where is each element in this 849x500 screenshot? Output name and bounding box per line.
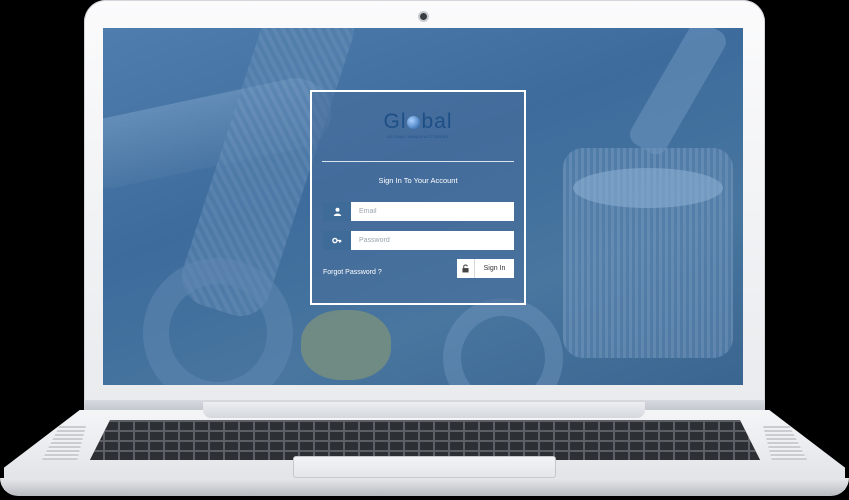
password-field	[323, 231, 514, 250]
background-cap	[301, 310, 391, 380]
signin-heading: Sign In To Your Account	[378, 176, 458, 185]
globe-icon	[407, 115, 421, 129]
sign-in-label: Sign In	[483, 265, 506, 272]
webcam-icon	[418, 11, 429, 22]
hinge-notch	[203, 402, 645, 418]
user-icon	[323, 202, 351, 221]
email-field	[323, 202, 514, 221]
background-fitting	[443, 298, 563, 385]
logo-tagline: GLOBAL MANUFACTURING	[387, 134, 449, 139]
background-wrench	[625, 28, 731, 159]
trackpad	[293, 456, 556, 478]
logo-letters-left: Gl	[383, 110, 407, 133]
sign-in-button[interactable]: Sign In	[457, 259, 514, 278]
logo-letters-right: bal	[421, 110, 453, 133]
panel-divider	[322, 161, 514, 162]
email-input[interactable]	[351, 202, 514, 221]
login-screen: Gl bal GLOBAL MANUFACTURING Sign In To Yo…	[103, 28, 743, 385]
laptop-base-edge	[0, 478, 849, 496]
password-input[interactable]	[351, 231, 514, 250]
forgot-password-link[interactable]: Forgot Password ?	[323, 269, 382, 276]
company-logo: Gl bal GLOBAL MANUFACTURING	[312, 110, 524, 140]
key-icon	[323, 231, 351, 250]
background-filter-top	[573, 168, 723, 208]
keyboard-rows	[90, 420, 760, 460]
unlock-icon	[457, 259, 475, 278]
login-panel: Gl bal GLOBAL MANUFACTURING Sign In To Yo…	[310, 90, 526, 305]
